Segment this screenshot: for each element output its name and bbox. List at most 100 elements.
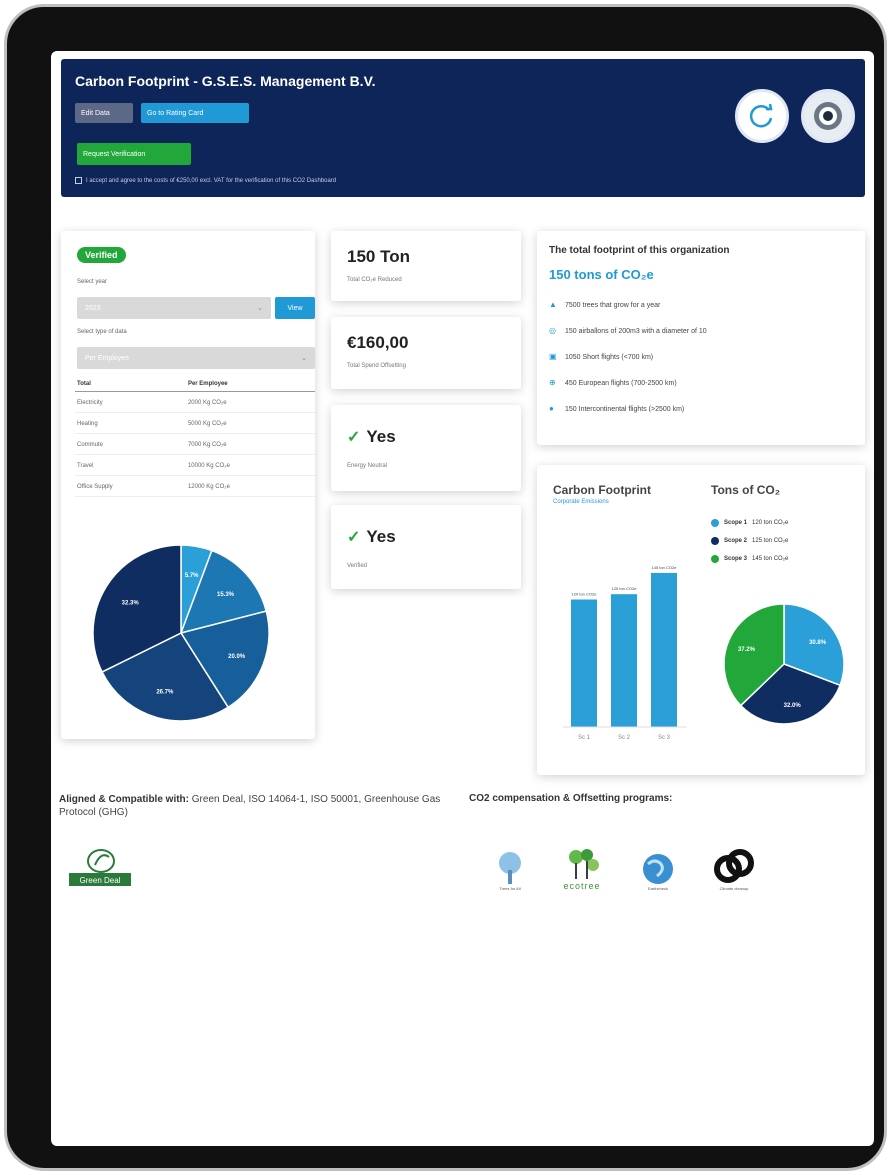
pie-slice-label: 26.7% bbox=[156, 690, 174, 696]
agree-checkbox[interactable] bbox=[75, 177, 82, 184]
page-title: Carbon Footprint - G.S.E.S. Management B… bbox=[75, 73, 376, 89]
request-verification-button[interactable]: Request Verification bbox=[77, 143, 191, 165]
ecotree-logo-icon bbox=[569, 849, 599, 879]
emissions-card: Verified Select year 2023 ⌄ View Select … bbox=[61, 231, 315, 739]
stat-caption: Verified bbox=[347, 563, 368, 569]
table-cell: 2000 Kg CO₂e bbox=[185, 391, 315, 413]
table-cell: Commute bbox=[75, 433, 186, 455]
legend-value: 145 ton CO₂e bbox=[752, 556, 789, 562]
pie-slice-label: 5.7% bbox=[185, 573, 199, 579]
equivalent-text: 150 airballons of 200m3 with a diameter … bbox=[565, 327, 707, 335]
table-row: Commute 7000 Kg CO₂e bbox=[75, 433, 315, 455]
green-deal-logo-text: Green Deal bbox=[80, 876, 121, 885]
green-deal-logo: Green Deal bbox=[65, 845, 135, 889]
verified-badge: Verified bbox=[77, 247, 126, 263]
x-tick-label: Sc 3 bbox=[658, 735, 671, 741]
partner-name: Earthcheck bbox=[647, 886, 668, 891]
edit-data-button[interactable]: Edit Data bbox=[75, 103, 133, 123]
total-amount: 150 tons of CO₂e bbox=[549, 267, 654, 282]
tree-logo-icon bbox=[499, 852, 521, 884]
table-cell: Travel bbox=[75, 454, 186, 476]
tablet-frame: Carbon Footprint - G.S.E.S. Management B… bbox=[4, 4, 887, 1171]
partner-name: Climate cleanup bbox=[719, 886, 749, 891]
stat-yes: ✓ Yes bbox=[347, 427, 396, 447]
offset-title: CO2 compensation & Offsetting programs: bbox=[469, 793, 673, 804]
table-cell: 5000 Kg CO₂e bbox=[185, 412, 315, 434]
equivalent-item: ▲ 7500 trees that grow for a year bbox=[549, 301, 660, 309]
aligned-text: Aligned & Compatible with: Green Deal, I… bbox=[59, 793, 459, 819]
table-row: Travel 10000 Kg CO₂e bbox=[75, 454, 315, 476]
type-label: Select type of data bbox=[77, 329, 127, 335]
equivalent-text: 1050 Short flights (<700 km) bbox=[565, 353, 654, 361]
bar-data-label: 125 ton CO2e bbox=[612, 586, 638, 591]
emissions-table: Total Per Employee Electricity 2000 Kg CO… bbox=[75, 377, 315, 497]
plane-short-icon: ▣ bbox=[549, 352, 557, 361]
legend-name: Scope 1 bbox=[724, 520, 748, 526]
legend-swatch bbox=[711, 537, 719, 545]
pie-slice-label: 15.3% bbox=[217, 592, 235, 598]
balloon-icon: ◎ bbox=[549, 326, 556, 335]
badge-icon[interactable] bbox=[801, 89, 855, 143]
stat-caption: Total Spend Offsetting bbox=[347, 363, 406, 369]
stat-value: Yes bbox=[366, 427, 396, 446]
partner-logo: Climate cleanup bbox=[703, 831, 765, 891]
total-title: The total footprint of this organization bbox=[549, 245, 730, 256]
table-cell: 12000 Kg CO₂e bbox=[185, 475, 315, 497]
rating-card-button[interactable]: Go to Rating Card bbox=[141, 103, 249, 123]
year-select[interactable]: 2023 ⌄ bbox=[77, 297, 271, 319]
earth-logo-icon bbox=[643, 854, 673, 884]
stat-card: ✓ Yes Energy Neutral bbox=[331, 405, 521, 491]
legend-item: Scope 2 125 ton CO₂e bbox=[711, 537, 788, 545]
type-select[interactable]: Per Employee ⌄ bbox=[77, 347, 315, 369]
aligned-label: Aligned & Compatible with: bbox=[59, 794, 189, 805]
chevron-down-icon: ⌄ bbox=[257, 305, 263, 312]
x-tick-label: Sc 1 bbox=[578, 735, 591, 741]
emissions-pie-chart: 5.7% 15.3% 20.0% 26.7% 32.3% bbox=[92, 544, 270, 722]
x-tick-label: Sc 2 bbox=[618, 735, 631, 741]
stat-value: Yes bbox=[366, 527, 396, 546]
stat-card: ✓ Yes Verified bbox=[331, 505, 521, 589]
table-cell: Heating bbox=[75, 412, 186, 434]
check-icon: ✓ bbox=[347, 429, 361, 446]
bar-chart-subtitle: Corporate Emissions bbox=[553, 499, 609, 505]
bar-chart-title: Carbon Footprint bbox=[553, 483, 651, 497]
legend-swatch bbox=[711, 519, 719, 527]
legend-name: Scope 2 bbox=[724, 538, 748, 544]
refresh-icon[interactable] bbox=[735, 89, 789, 143]
stat-value: 150 Ton bbox=[347, 247, 410, 266]
stat-card: 150 Ton Total CO₂e Reduced bbox=[331, 231, 521, 301]
type-value: Per Employee bbox=[85, 354, 129, 362]
table-cell: Office Supply bbox=[75, 475, 186, 497]
pie-slice-label: 32.3% bbox=[122, 600, 140, 606]
total-footprint-card: The total footprint of this organization… bbox=[537, 231, 865, 445]
partner-logo: ecotree bbox=[551, 831, 613, 891]
globe-icon: ● bbox=[549, 404, 554, 413]
pie-slice-label: 30.8% bbox=[809, 640, 827, 646]
equivalent-item: ● 150 Intercontinental flights (>2500 km) bbox=[549, 405, 684, 413]
equivalent-item: ▣ 1050 Short flights (<700 km) bbox=[549, 353, 653, 361]
equivalent-text: 7500 trees that grow for a year bbox=[565, 301, 661, 309]
table-header: Total bbox=[75, 377, 186, 392]
legend-item: Scope 3 145 ton CO₂e bbox=[711, 555, 788, 563]
equivalent-text: 450 European flights (700-2500 km) bbox=[565, 379, 677, 387]
year-label: Select year bbox=[77, 279, 108, 285]
chevron-down-icon: ⌄ bbox=[301, 355, 307, 362]
legend-item: Scope 1 120 ton CO₂e bbox=[711, 519, 788, 527]
table-row: Electricity 2000 Kg CO₂e bbox=[75, 391, 315, 413]
check-icon: ✓ bbox=[347, 529, 361, 546]
equivalent-item: ⊕ 450 European flights (700-2500 km) bbox=[549, 379, 677, 387]
view-button[interactable]: View bbox=[275, 297, 315, 319]
stat-yes: ✓ Yes bbox=[347, 527, 396, 547]
stat-card: €160,00 Total Spend Offsetting bbox=[331, 317, 521, 389]
partner-name: Trees for All bbox=[499, 886, 521, 891]
screen: Carbon Footprint - G.S.E.S. Management B… bbox=[51, 51, 874, 1146]
table-header: Per Employee bbox=[185, 377, 315, 392]
bar-data-label: 145 ton CO2e bbox=[652, 565, 678, 570]
partner-logo: Trees for All bbox=[479, 831, 541, 891]
legend-value: 120 ton CO₂e bbox=[752, 520, 789, 526]
table-cell: 7000 Kg CO₂e bbox=[185, 433, 315, 455]
stat-caption: Energy Neutral bbox=[347, 463, 388, 469]
climate-cleanup-logo-icon bbox=[714, 849, 754, 883]
legend-swatch bbox=[711, 555, 719, 563]
stat-value: €160,00 bbox=[347, 333, 409, 352]
